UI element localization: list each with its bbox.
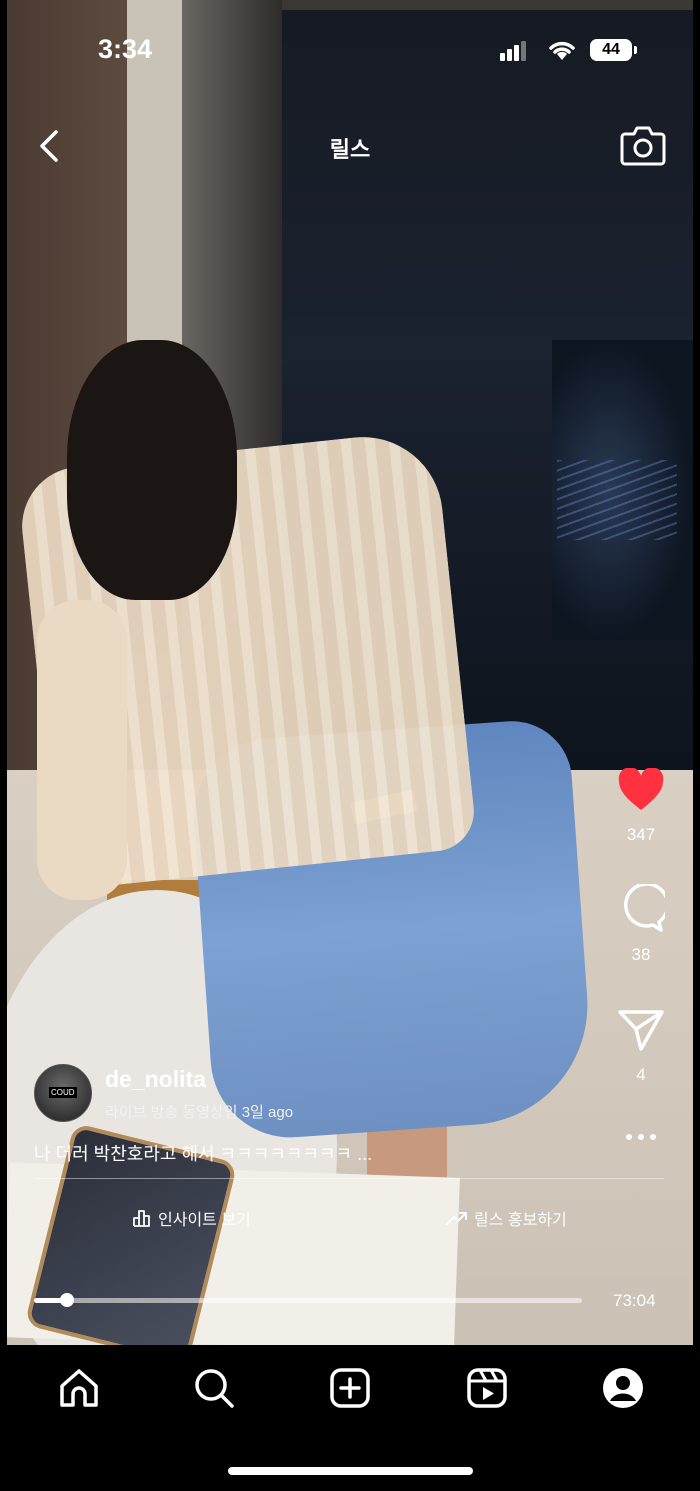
promote-reel-button[interactable]: 릴스 홍보하기: [446, 1206, 567, 1230]
nav-profile[interactable]: [598, 1365, 648, 1411]
reels-icon: [467, 1368, 507, 1408]
create-post-icon: [330, 1368, 370, 1408]
nav-search[interactable]: [189, 1365, 239, 1411]
wifi-icon: [549, 41, 575, 60]
more-horizontal-icon: [626, 1134, 656, 1140]
avatar-badge-text: COUD: [49, 1087, 77, 1098]
share-count: 4: [636, 1065, 646, 1084]
profile-icon: [603, 1368, 643, 1408]
divider: [34, 1178, 664, 1179]
comment-count: 38: [631, 945, 651, 964]
home-icon: [60, 1369, 98, 1407]
view-insights-button[interactable]: 인사이트 보기: [132, 1206, 251, 1230]
video-person-arm: [37, 600, 127, 900]
bar-chart-icon: [133, 1210, 150, 1227]
video-person-hair: [67, 340, 237, 600]
share-button[interactable]: 4: [610, 1008, 672, 1085]
home-indicator: [228, 1467, 473, 1475]
playback-scrubber-handle[interactable]: [59, 1293, 74, 1307]
view-insights-label: 인사이트 보기: [158, 1212, 251, 1229]
video-city-lights: [557, 460, 677, 540]
heart-icon: [618, 767, 664, 810]
comment-bubble-icon: [624, 882, 670, 932]
comment-button[interactable]: 38: [610, 882, 672, 965]
post-caption[interactable]: 나 더러 박찬호라고 해서 ㅋㅋㅋㅋㅋㅋㅋㅋ ...: [34, 1140, 372, 1166]
battery-indicator: 44: [590, 39, 637, 61]
more-options-button[interactable]: [610, 1130, 672, 1148]
status-bar: 3:34 44: [0, 0, 700, 100]
camera-icon[interactable]: [620, 124, 666, 166]
nav-create[interactable]: [325, 1365, 375, 1411]
username[interactable]: de_nolita: [105, 1066, 206, 1093]
promote-reel-label: 릴스 홍보하기: [474, 1212, 567, 1229]
video-duration: 73:04: [613, 1291, 656, 1310]
paper-plane-icon: [618, 1010, 664, 1051]
nav-home[interactable]: [54, 1365, 104, 1411]
avatar[interactable]: COUD: [34, 1064, 92, 1122]
cellular-signal-icon: [500, 41, 528, 61]
status-time: 3:34: [98, 34, 153, 64]
search-icon: [195, 1369, 234, 1408]
like-count: 347: [626, 825, 656, 844]
trending-up-icon: [446, 1212, 467, 1225]
nav-reels[interactable]: [462, 1365, 512, 1411]
post-subtitle: 라이브 방송 동영상임 3일 ago: [105, 1104, 294, 1121]
like-button[interactable]: 347: [610, 767, 672, 845]
page-title: 릴스: [329, 137, 371, 162]
playback-scrubber[interactable]: [34, 1293, 582, 1307]
